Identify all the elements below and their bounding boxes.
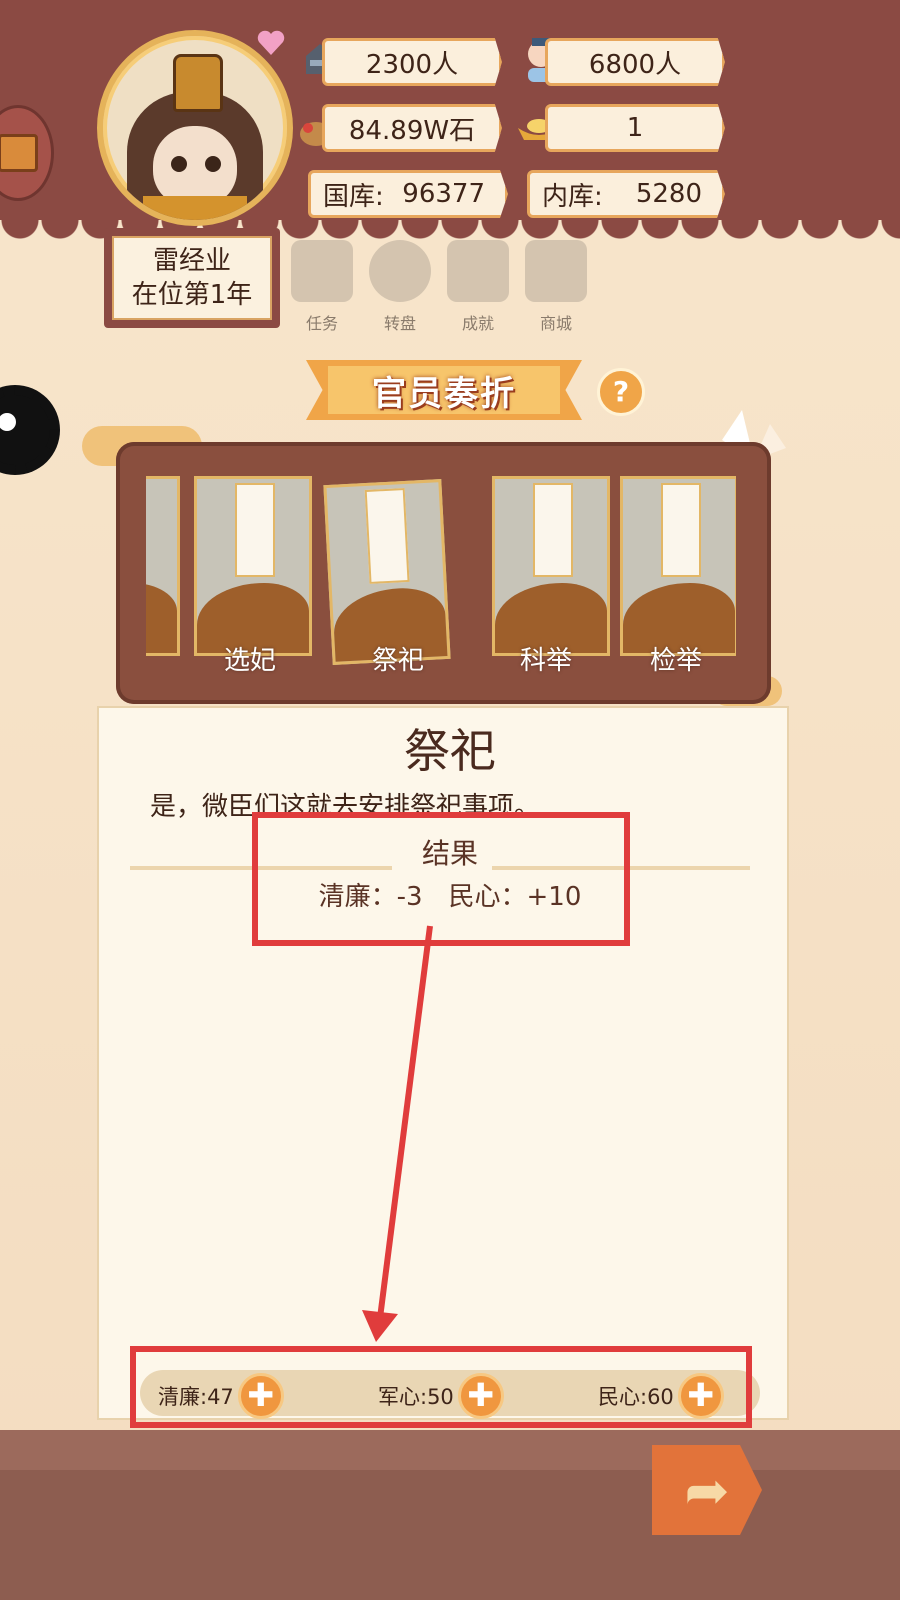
highlight-arrow [362,925,433,1342]
